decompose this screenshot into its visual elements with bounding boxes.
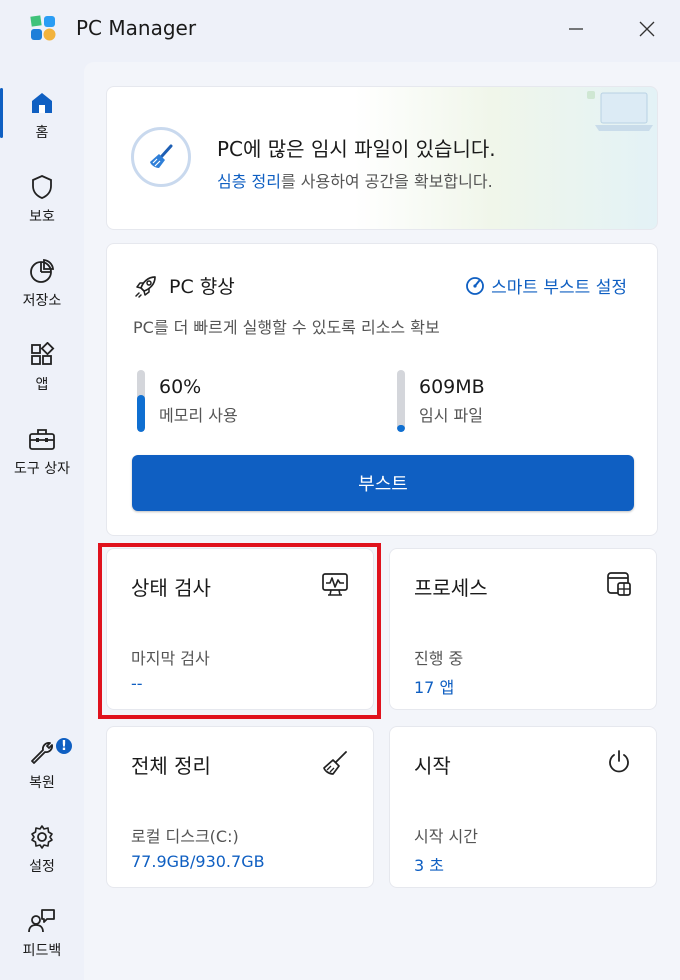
pie-chart-icon	[30, 259, 54, 283]
pc-boost-card: PC 향상 스마트 부스트 설정 PC를 더 빠르게 실행할 수 있도록 리소스…	[106, 243, 658, 536]
rocket-icon	[135, 275, 156, 298]
banner-title: PC에 많은 임시 파일이 있습니다.	[217, 137, 496, 161]
full-cleanup-value: 77.9GB/930.7GB	[131, 852, 265, 871]
health-check-title: 상태 검사	[131, 576, 211, 600]
smart-boost-label: 스마트 부스트 설정	[491, 278, 627, 298]
startup-label: 시작 시간	[414, 827, 478, 846]
startup-title: 시작	[414, 754, 451, 778]
health-check-value: --	[131, 674, 143, 693]
processes-value: 17 앱	[414, 678, 455, 697]
close-button[interactable]	[632, 14, 662, 44]
banner-subtitle: 심층 정리를 사용하여 공간을 확보합니다.	[217, 168, 493, 192]
memory-usage-meter	[137, 370, 145, 432]
full-cleanup-tile[interactable]: 전체 정리 로컬 디스크(C:) 77.9GB/930.7GB	[106, 726, 374, 888]
app-title: PC Manager	[76, 16, 197, 40]
pc-manager-logo-icon	[28, 13, 58, 43]
minimize-button[interactable]	[561, 14, 591, 44]
process-window-icon	[607, 572, 631, 596]
health-monitor-icon	[322, 573, 348, 596]
temp-files-meter	[397, 370, 405, 432]
sidebar-item-label: 피드백	[22, 943, 62, 959]
deep-cleanup-banner[interactable]: PC에 많은 임시 파일이 있습니다. 심층 정리를 사용하여 공간을 확보합니…	[106, 86, 658, 230]
broom-icon	[323, 751, 347, 775]
close-icon	[639, 21, 655, 37]
minimize-icon	[569, 28, 583, 30]
power-icon	[609, 750, 629, 773]
laptop-illustration-icon	[587, 91, 653, 131]
sidebar-item-home[interactable]: 홈	[0, 86, 84, 160]
sidebar-item-label: 복원	[29, 775, 55, 791]
sidebar-item-label: 앱	[35, 377, 49, 393]
sidebar-item-label: 도구 상자	[14, 461, 70, 477]
sidebar-item-protection[interactable]: 보호	[0, 170, 84, 244]
boost-header: PC 향상	[133, 272, 235, 299]
processes-tile[interactable]: 프로세스 진행 중 17 앱	[389, 548, 657, 710]
sidebar-item-toolbox[interactable]: 도구 상자	[0, 422, 84, 496]
sidebar: 홈 보호 저장소 앱 도구 상자 ! 복원 설정 피드백	[0, 58, 84, 980]
startup-value: 3 초	[414, 856, 444, 875]
memory-usage-value: 60%	[159, 376, 202, 398]
home-icon	[32, 93, 52, 113]
health-check-tile[interactable]: 상태 검사 마지막 검사 --	[106, 548, 374, 710]
sidebar-item-apps[interactable]: 앱	[0, 338, 84, 412]
sidebar-item-label: 보호	[29, 209, 55, 225]
smart-boost-settings-link[interactable]: 스마트 부스트 설정	[465, 273, 627, 298]
full-cleanup-title: 전체 정리	[131, 754, 211, 778]
temp-files-fill	[397, 424, 405, 432]
startup-tile[interactable]: 시작 시작 시간 3 초	[389, 726, 657, 888]
memory-usage-fill	[137, 394, 145, 432]
full-cleanup-label: 로컬 디스크(C:)	[131, 827, 239, 846]
broom-icon	[131, 127, 191, 187]
sidebar-item-storage[interactable]: 저장소	[0, 254, 84, 328]
sidebar-item-label: 홈	[35, 125, 49, 141]
deep-cleanup-link[interactable]: 심층 정리	[217, 172, 281, 191]
sidebar-item-label: 설정	[29, 859, 55, 875]
shield-icon	[32, 175, 52, 199]
sidebar-item-restore[interactable]: ! 복원	[0, 736, 84, 810]
notification-badge: !	[54, 736, 74, 756]
temp-files-value: 609MB	[419, 376, 485, 398]
apps-icon	[31, 342, 55, 365]
processes-label: 진행 중	[414, 649, 464, 668]
toolbox-icon	[29, 429, 55, 450]
gauge-icon	[466, 276, 484, 295]
sidebar-item-settings[interactable]: 설정	[0, 820, 84, 894]
banner-subtitle-text: 를 사용하여 공간을 확보합니다.	[280, 172, 493, 191]
processes-title: 프로세스	[414, 576, 488, 600]
sidebar-item-label: 저장소	[22, 293, 62, 309]
boost-description: PC를 더 빠르게 실행할 수 있도록 리소스 확보	[133, 318, 440, 337]
wrench-icon	[31, 742, 53, 764]
health-check-label: 마지막 검사	[131, 649, 210, 668]
memory-usage-label: 메모리 사용	[159, 406, 238, 425]
boost-button[interactable]: 부스트	[132, 455, 634, 511]
sidebar-item-feedback[interactable]: 피드백	[0, 904, 84, 978]
title-bar: PC Manager	[0, 0, 680, 58]
temp-files-label: 임시 파일	[419, 406, 483, 425]
feedback-icon	[28, 909, 55, 933]
gear-icon	[31, 825, 53, 849]
boost-title: PC 향상	[169, 276, 235, 298]
